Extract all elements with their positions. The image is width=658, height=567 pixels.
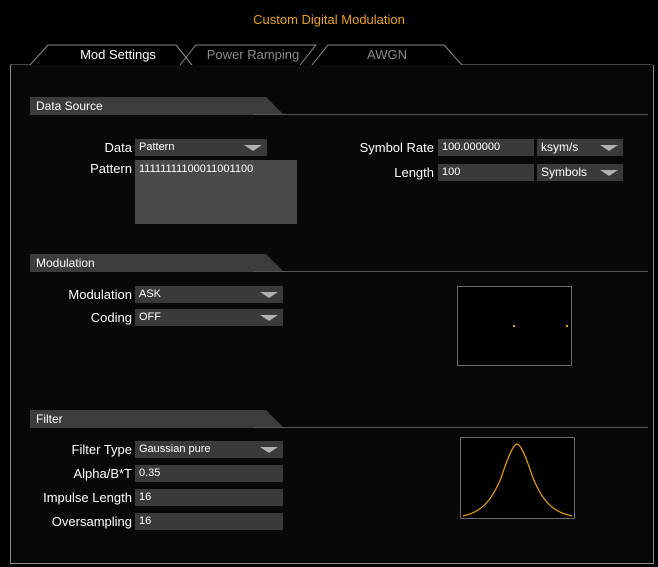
- section-divider: [254, 427, 648, 428]
- modulation-value: ASK: [139, 288, 162, 300]
- alpha-input[interactable]: 0.35: [135, 465, 283, 482]
- filter-response-plot: [460, 437, 575, 519]
- filter-type-label: Filter Type: [71, 442, 132, 457]
- filter-type-dropdown[interactable]: Gaussian pure: [135, 441, 283, 458]
- tab-awgn[interactable]: AWGN: [332, 44, 442, 65]
- symbol-rate-label: Symbol Rate: [359, 140, 434, 155]
- data-dropdown-value: Pattern: [139, 141, 175, 153]
- filter-impulse-curve: [462, 443, 573, 517]
- window-title-bar: Custom Digital Modulation: [0, 0, 658, 34]
- pattern-value: 11111111100011001100: [139, 163, 254, 175]
- pattern-textarea[interactable]: 11111111100011001100: [135, 160, 297, 224]
- symbol-rate-unit-dropdown[interactable]: ksym/s: [537, 139, 623, 156]
- coding-label: Coding: [90, 310, 132, 325]
- chevron-down-icon: [244, 145, 262, 151]
- data-dropdown[interactable]: Pattern: [135, 139, 267, 156]
- constellation-point: [566, 325, 568, 327]
- section-divider: [254, 114, 648, 115]
- length-label: Length: [394, 165, 434, 180]
- chevron-down-icon: [260, 447, 278, 453]
- data-label: Data: [104, 140, 132, 155]
- symbol-rate-input[interactable]: 100.000000: [438, 139, 534, 156]
- length-input[interactable]: 100: [438, 164, 534, 181]
- chevron-down-icon: [260, 315, 278, 321]
- impulse-length-value: 16: [139, 491, 152, 503]
- impulse-length-label: Impulse Length: [43, 490, 132, 505]
- alpha-label: Alpha/B*T: [73, 466, 132, 481]
- window-title: Custom Digital Modulation: [253, 12, 405, 27]
- tab-mod-settings[interactable]: Mod Settings: [58, 44, 178, 65]
- oversampling-input[interactable]: 16: [135, 513, 283, 530]
- chevron-down-icon: [600, 170, 618, 176]
- filter-type-value: Gaussian pure: [139, 443, 211, 455]
- tab-power-ramping[interactable]: Power Ramping: [192, 44, 314, 65]
- length-unit-dropdown[interactable]: Symbols: [537, 164, 623, 181]
- length-value: 100: [442, 166, 461, 178]
- symbol-rate-value: 100.000000: [442, 141, 501, 153]
- coding-dropdown[interactable]: OFF: [135, 309, 283, 326]
- modulation-dropdown[interactable]: ASK: [135, 286, 283, 303]
- alpha-value: 0.35: [139, 467, 161, 479]
- constellation-point: [513, 325, 515, 327]
- impulse-length-input[interactable]: 16: [135, 489, 283, 506]
- modulation-label: Modulation: [68, 287, 132, 302]
- length-unit-value: Symbols: [541, 165, 588, 179]
- constellation-diagram: [457, 286, 572, 366]
- coding-value: OFF: [139, 311, 161, 323]
- section-divider: [254, 271, 648, 272]
- oversampling-label: Oversampling: [51, 514, 132, 529]
- pattern-label: Pattern: [90, 161, 132, 176]
- symbol-rate-unit-value: ksym/s: [541, 140, 579, 154]
- chevron-down-icon: [260, 292, 278, 298]
- oversampling-value: 16: [139, 515, 152, 527]
- chevron-down-icon: [600, 145, 618, 151]
